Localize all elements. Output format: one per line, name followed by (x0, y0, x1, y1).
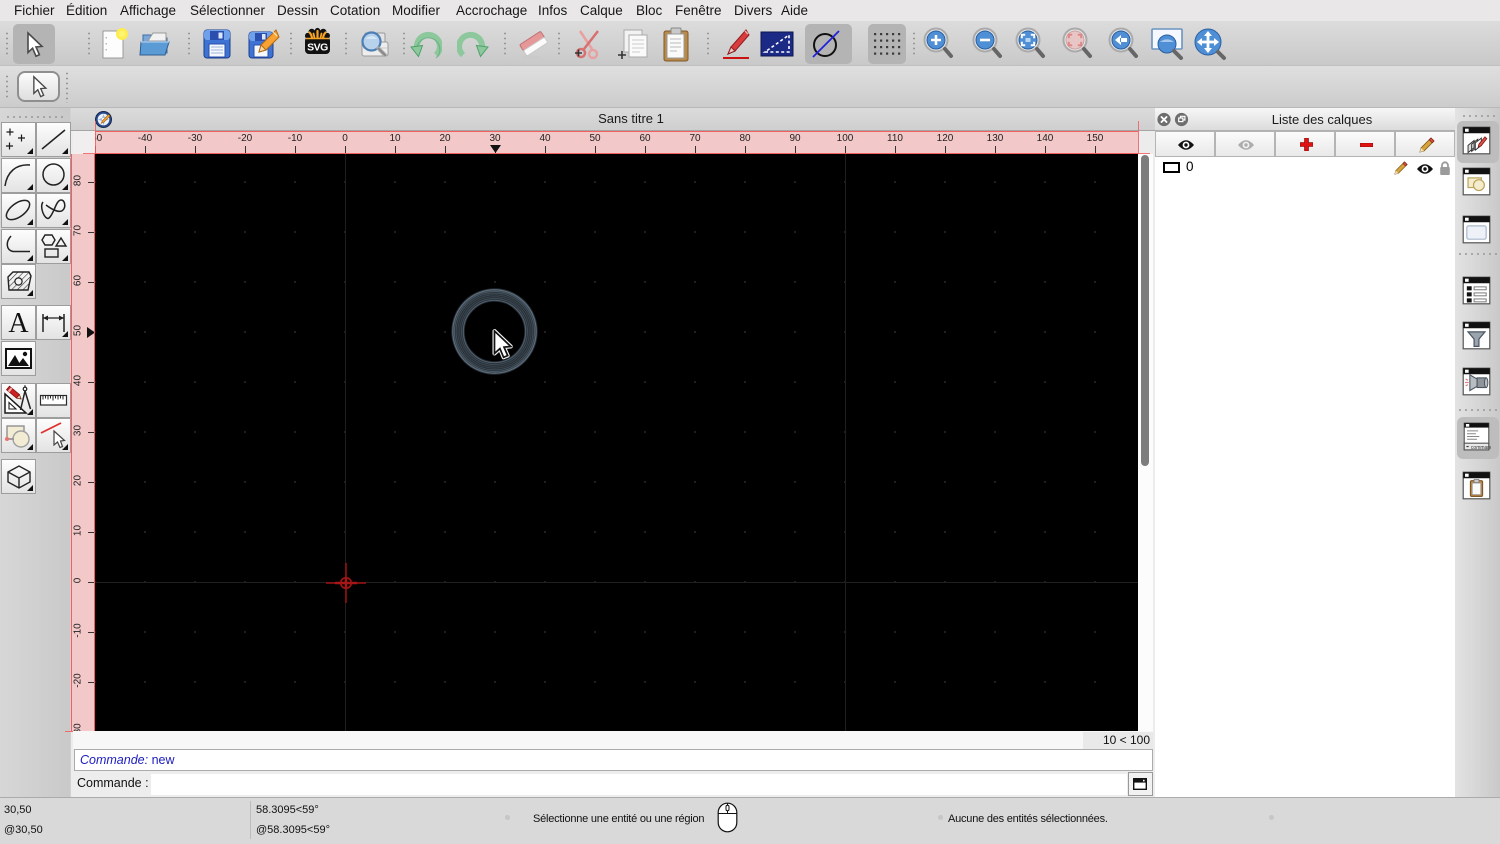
svg-text:command: command (1471, 445, 1491, 451)
svg-text:A: A (8, 308, 29, 339)
svg-text:SVG: SVG (307, 42, 328, 54)
